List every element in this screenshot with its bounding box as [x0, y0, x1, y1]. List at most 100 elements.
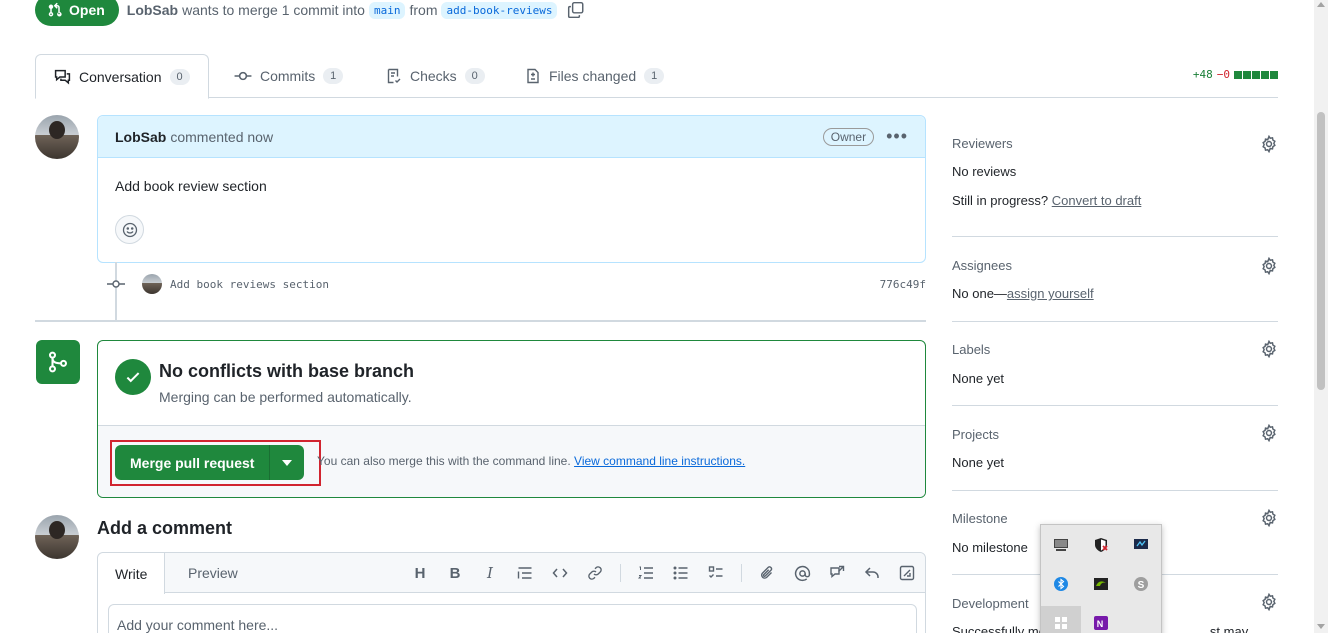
nvidia-tray-icon[interactable]	[1091, 574, 1111, 594]
convert-to-draft-link[interactable]: Convert to draft	[1052, 193, 1142, 208]
security-shield-tray-icon[interactable]	[1091, 535, 1111, 555]
sidebar-value: None yet	[952, 371, 1005, 386]
merge-pull-request-button[interactable]: Merge pull request	[115, 445, 271, 480]
gear-icon[interactable]	[1260, 339, 1278, 359]
commit-author-avatar[interactable]	[142, 274, 162, 294]
sidebar-heading[interactable]: Labels	[952, 342, 990, 357]
git-commit-icon	[234, 71, 252, 81]
pr-author-link[interactable]: LobSab	[127, 2, 178, 18]
skype-tray-icon[interactable]: S	[1131, 574, 1151, 594]
bluetooth-tray-icon[interactable]	[1051, 574, 1071, 594]
merge-method-dropdown[interactable]	[270, 445, 305, 480]
commit-message-link[interactable]: Add book reviews section	[170, 278, 329, 291]
tab-conversation[interactable]: Conversation 0	[35, 54, 209, 99]
gear-icon[interactable]	[1260, 592, 1278, 612]
sidebar-heading[interactable]: Projects	[952, 427, 999, 442]
add-reaction-button[interactable]	[115, 215, 144, 244]
sidebar-value: No reviews	[952, 164, 1017, 179]
assign-yourself-link[interactable]: assign yourself	[1007, 286, 1094, 301]
diffstat-blocks	[1234, 70, 1278, 79]
sidebar-projects: Projects None yet	[952, 406, 1278, 491]
merge-actions: Merge pull request You can also merge th…	[98, 426, 925, 497]
sidebar-heading[interactable]: Reviewers	[952, 136, 1013, 151]
commit-sha-link[interactable]: 776c49f	[880, 278, 926, 291]
timeline-commit: Add book reviews section 776c49f	[106, 272, 926, 296]
timeline-divider	[35, 320, 926, 322]
sidebar-value: No milestone	[952, 540, 1028, 555]
tasklist-icon[interactable]	[706, 563, 726, 583]
owner-badge: Owner	[822, 127, 875, 146]
mention-icon[interactable]	[792, 563, 812, 583]
merge-box: No conflicts with base branch Merging ca…	[97, 340, 926, 498]
full-screen-icon[interactable]	[897, 563, 917, 583]
pr-meta: LobSab wants to merge 1 commit into main…	[127, 1, 586, 19]
page-scrollbar[interactable]	[1314, 0, 1328, 633]
git-pull-request-icon	[48, 2, 62, 17]
comment-author[interactable]: LobSab	[115, 129, 166, 145]
diffstat-deletions: −0	[1216, 68, 1230, 81]
display-tray-icon[interactable]	[1051, 535, 1071, 555]
paperclip-icon[interactable]	[757, 563, 777, 583]
git-merge-icon	[36, 340, 80, 384]
diffstat-additions: +48	[1192, 68, 1213, 81]
comment-textarea[interactable]: Add your comment here...	[108, 604, 917, 633]
avatar[interactable]	[35, 515, 79, 559]
scroll-down-arrow-icon[interactable]	[1317, 624, 1325, 629]
link-icon[interactable]	[585, 563, 605, 583]
add-comment-title: Add a comment	[97, 518, 233, 538]
sidebar-value: No one—	[952, 286, 1007, 301]
ordered-list-icon[interactable]	[636, 563, 656, 583]
unordered-list-icon[interactable]	[671, 563, 691, 583]
tab-label: Files changed	[549, 68, 637, 84]
onenote-tray-icon[interactable]: N	[1091, 613, 1111, 633]
markdown-toolbar: H B I	[410, 553, 917, 593]
editor-tabs: Write Preview H B I	[98, 553, 925, 594]
gear-icon[interactable]	[1260, 423, 1278, 443]
tab-counter: 1	[323, 68, 344, 84]
sidebar-heading[interactable]: Milestone	[952, 511, 1008, 526]
quote-icon[interactable]	[515, 563, 535, 583]
check-circle-icon	[115, 359, 151, 395]
gear-icon[interactable]	[1260, 508, 1278, 528]
tab-write[interactable]: Write	[98, 553, 166, 594]
toolbar-divider	[620, 564, 621, 582]
copy-icon[interactable]	[567, 1, 585, 19]
merge-status: No conflicts with base branch Merging ca…	[98, 341, 925, 426]
remote-desktop-tray-icon[interactable]	[1131, 535, 1151, 555]
tab-counter: 0	[464, 68, 485, 84]
tab-preview[interactable]: Preview	[188, 553, 238, 593]
sidebar-value: Successfully me	[952, 624, 1046, 633]
git-commit-icon	[106, 277, 126, 291]
gear-icon[interactable]	[1260, 256, 1278, 276]
sidebar-heading[interactable]: Assignees	[952, 258, 1012, 273]
comment-editor: Write Preview H B I Add your comment her…	[97, 552, 926, 633]
cross-reference-icon[interactable]	[827, 563, 847, 583]
head-branch[interactable]: add-book-reviews	[441, 1, 558, 19]
assignees-value: No one—assign yourself	[952, 286, 1094, 301]
windows-tray-icon[interactable]	[1051, 613, 1071, 633]
bold-icon[interactable]: B	[445, 563, 465, 583]
avatar[interactable]	[35, 115, 79, 159]
gear-icon[interactable]	[1260, 134, 1278, 154]
kebab-horizontal-icon[interactable]: •••	[886, 126, 908, 147]
svg-text:N: N	[1097, 619, 1104, 629]
italic-icon[interactable]: I	[480, 563, 500, 583]
comment-meta[interactable]: commented now	[170, 129, 273, 145]
tab-files-changed[interactable]: Files changed 1	[525, 54, 665, 98]
sidebar-value: None yet	[952, 455, 1005, 470]
diffstat: +48 −0	[1193, 68, 1278, 81]
command-line-instructions-link[interactable]: View command line instructions.	[574, 454, 745, 468]
code-icon[interactable]	[550, 563, 570, 583]
heading-icon[interactable]: H	[410, 563, 430, 583]
comment-discussion-icon	[54, 69, 71, 85]
scroll-up-arrow-icon[interactable]	[1317, 2, 1325, 7]
svg-text:S: S	[1138, 580, 1145, 591]
scrollbar-thumb[interactable]	[1317, 112, 1325, 390]
tab-commits[interactable]: Commits 1	[234, 54, 344, 98]
tab-checks[interactable]: Checks 0	[386, 54, 485, 98]
merge-status-subtitle: Merging can be performed automatically.	[159, 389, 412, 405]
base-branch[interactable]: main	[368, 1, 406, 19]
tab-label: Commits	[260, 68, 316, 84]
reply-icon[interactable]	[862, 563, 882, 583]
sidebar-heading[interactable]: Development	[952, 596, 1029, 611]
